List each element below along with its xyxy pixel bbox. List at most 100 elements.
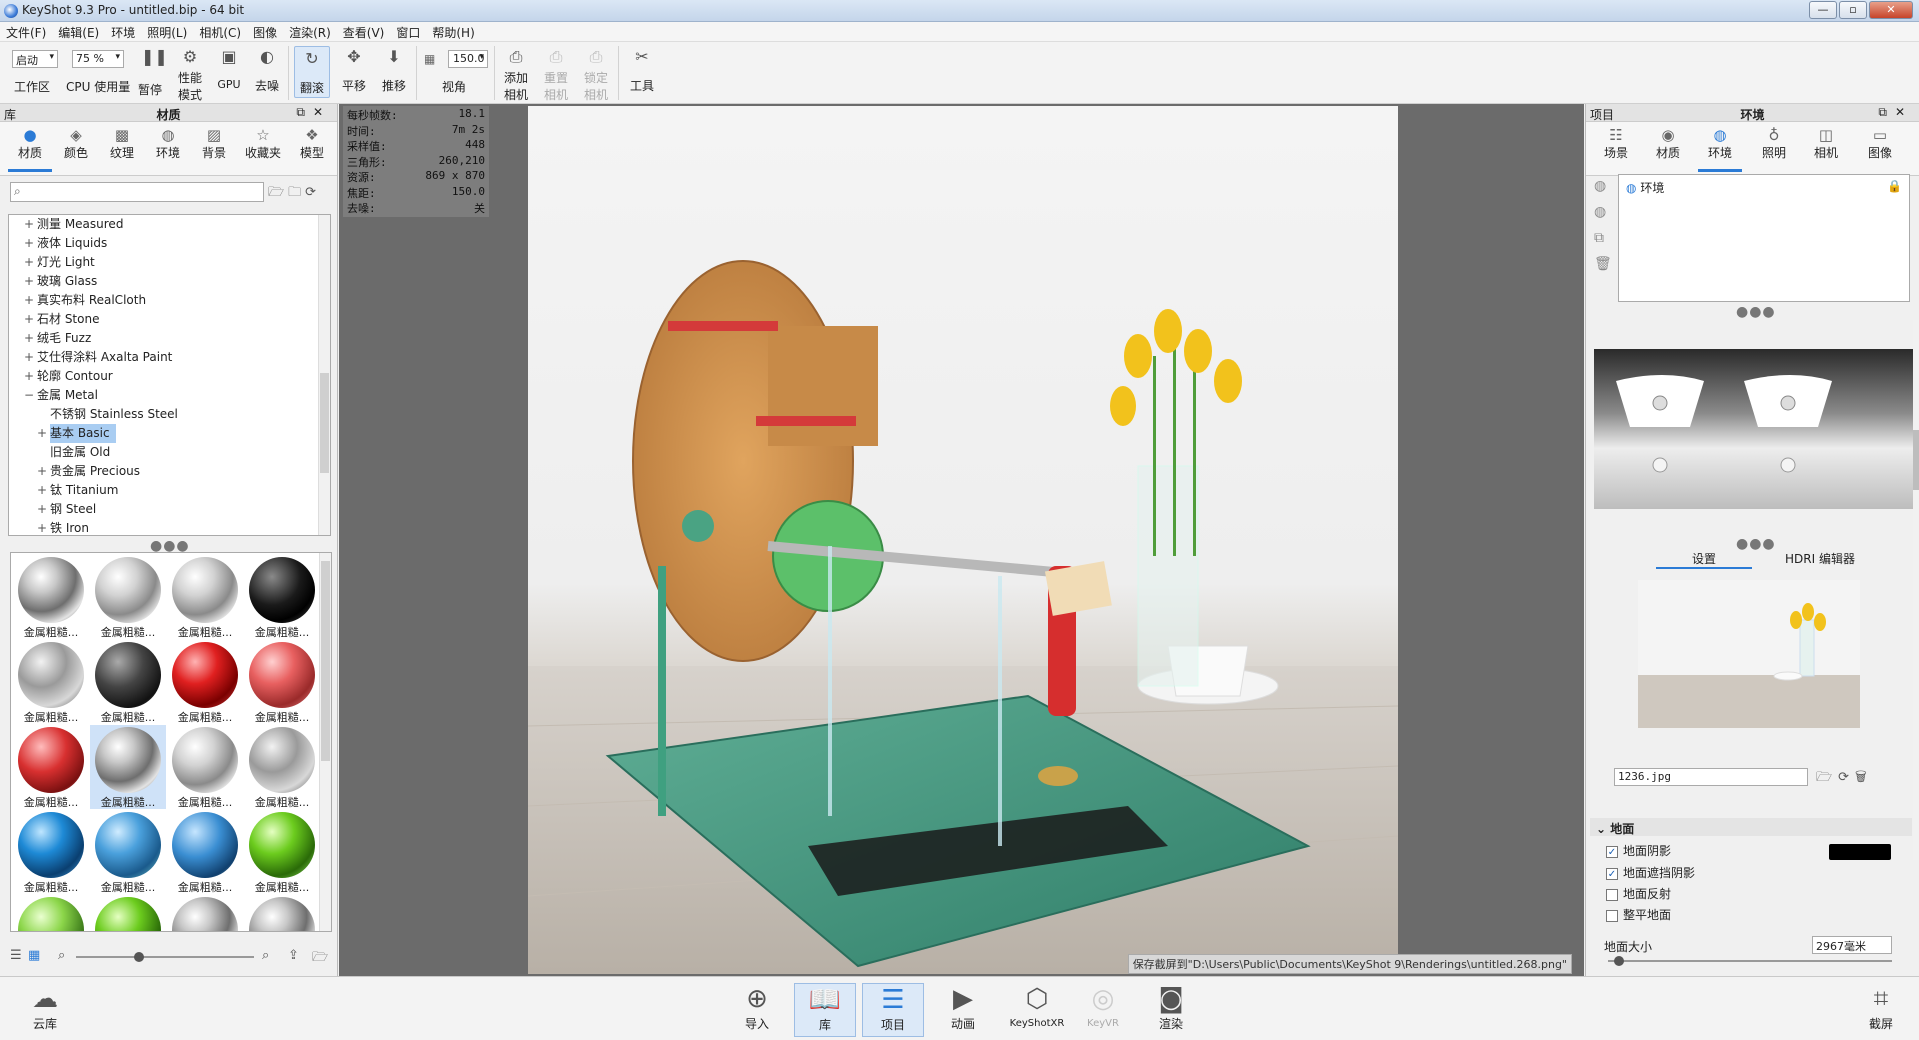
lock-camera-button[interactable]: ⎙ 锁定 相机 [580, 48, 612, 103]
material-thumbnail[interactable]: 金属粗糙... [244, 640, 320, 724]
material-thumbnail[interactable]: 金属粗糙... [13, 725, 89, 809]
tree-item[interactable]: + 石材 Stone [9, 310, 330, 329]
render-image[interactable] [528, 106, 1398, 974]
panel-float-close-icons[interactable]: ⧉✕ [1878, 105, 1913, 120]
pan-button[interactable]: ✥ 平移 [338, 48, 370, 94]
material-thumbnail[interactable]: 金属粗糙... [90, 555, 166, 639]
expand-icon[interactable]: + [23, 367, 35, 386]
menu-lighting[interactable]: 照明(L) [141, 22, 193, 41]
tab-project-material[interactable]: ◉ 材质 [1646, 126, 1690, 161]
animation-button[interactable]: ▶ 动画 [932, 983, 994, 1032]
expand-icon[interactable]: + [36, 519, 48, 535]
tree-item[interactable]: + 贵金属 Precious [9, 462, 330, 481]
tab-project-environment[interactable]: ◍ 环境 [1698, 126, 1742, 172]
material-thumbnail[interactable]: 金属粗糙... [244, 895, 320, 931]
environment-list-item[interactable]: ◍ 环境 🔒 [1622, 178, 1906, 197]
menu-camera[interactable]: 相机(C) [193, 22, 247, 41]
gpu-button[interactable]: ▣ GPU [214, 48, 244, 92]
tab-environments[interactable]: ◍ 环境 [146, 126, 190, 161]
tree-item[interactable]: + 基本 Basic [9, 424, 330, 443]
expand-icon[interactable]: + [36, 424, 48, 443]
tree-scrollbar[interactable] [318, 215, 330, 535]
project-scrollbar[interactable] [1913, 320, 1919, 860]
expand-icon[interactable]: + [23, 272, 35, 291]
expand-icon[interactable]: + [23, 291, 35, 310]
screenshot-button[interactable]: ⌗ 截屏 [1850, 983, 1912, 1032]
expand-icon[interactable]: + [23, 310, 35, 329]
material-thumbnail[interactable]: 金属粗糙... [167, 895, 243, 931]
folder-actions-icons[interactable]: 🗁🗀⟳ [268, 183, 320, 205]
denoise-button[interactable]: ◐ 去噪 [252, 48, 282, 94]
tree-item[interactable]: + 钛 Titanium [9, 481, 330, 500]
project-scrollbar-thumb[interactable] [1913, 430, 1919, 490]
library-button[interactable]: 📖 库 [794, 983, 856, 1037]
flatten-ground-checkbox[interactable]: 整平地面 [1606, 906, 1671, 924]
tree-scrollbar-thumb[interactable] [320, 373, 329, 473]
tree-item[interactable]: 不锈钢 Stainless Steel [9, 405, 330, 424]
copy-environment-icon[interactable]: ⧉ [1594, 230, 1604, 246]
material-thumbnail[interactable]: 金属粗糙... [167, 640, 243, 724]
add-environment-icon[interactable]: ◍ [1594, 178, 1606, 194]
expand-icon[interactable]: + [36, 500, 48, 519]
field-of-view-input[interactable]: 150.0 [448, 50, 488, 68]
ground-size-input[interactable]: 2967毫米 [1812, 936, 1892, 954]
tree-item[interactable]: + 铁 Iron [9, 519, 330, 535]
delete-icon[interactable]: 🗑 [1594, 256, 1612, 272]
menu-edit[interactable]: 编辑(E) [52, 22, 105, 41]
menu-view[interactable]: 查看(V) [337, 22, 391, 41]
close-button[interactable]: ✕ [1869, 1, 1913, 19]
tree-item[interactable]: + 液体 Liquids [9, 234, 330, 253]
expand-icon[interactable]: + [23, 215, 35, 234]
hdri-map-preview[interactable] [1594, 349, 1916, 509]
tab-hdri-editor[interactable]: HDRI 编辑器 [1760, 550, 1880, 567]
expand-icon[interactable]: + [23, 253, 35, 272]
menu-environment[interactable]: 环境 [105, 22, 141, 41]
grid-view-icon[interactable]: ▦ [28, 948, 40, 963]
ground-size-slider[interactable] [1608, 960, 1892, 962]
performance-mode-button[interactable]: ⚙ 性能 模式 [174, 48, 206, 103]
material-thumbnail[interactable]: 金属粗糙... [13, 895, 89, 931]
keyshotxr-button[interactable]: ⬡ KeyShotXR [1002, 983, 1072, 1029]
tab-settings[interactable]: 设置 [1656, 550, 1752, 569]
file-actions-icons[interactable]: 🗁⟳🗑 [1816, 768, 1873, 790]
tab-backplates[interactable]: ▨ 背景 [192, 126, 236, 161]
keyvr-button[interactable]: ◎ KeyVR [1072, 983, 1134, 1029]
tab-materials[interactable]: ● 材质 [8, 126, 52, 172]
material-thumbnail[interactable]: 金属粗糙... [90, 640, 166, 724]
zoom-in-icon[interactable]: ⌕ [262, 948, 269, 963]
hdri-file-input[interactable]: 1236.jpg [1614, 768, 1808, 786]
zoom-out-icon[interactable]: ⌕ [58, 948, 65, 963]
expand-icon[interactable]: + [36, 462, 48, 481]
tree-item[interactable]: − 金属 Metal [9, 386, 330, 405]
ground-reflection-checkbox[interactable]: 地面反射 [1606, 885, 1671, 903]
material-thumbnail[interactable]: 金属粗糙... [90, 895, 166, 931]
tab-image[interactable]: ▭ 图像 [1858, 126, 1902, 161]
cpu-usage-select[interactable]: 75 % [72, 50, 124, 68]
render-viewport[interactable]: 每秒帧数: 18.1 时间: 7m 2s 采样值: 448 三角形: 260,210 资源: 86… [339, 104, 1584, 976]
tumble-button[interactable]: ↻ 翻滚 [294, 46, 330, 98]
tree-item[interactable]: + 测量 Measured [9, 215, 330, 234]
ground-shadow-checkbox[interactable]: ✓ 地面阴影 [1606, 842, 1671, 860]
tree-item[interactable]: + 玻璃 Glass [9, 272, 330, 291]
material-thumbnail[interactable]: 金属粗糙... [167, 810, 243, 894]
reset-camera-button[interactable]: ⎙ 重置 相机 [540, 48, 572, 103]
tab-scene[interactable]: ☷ 场景 [1594, 126, 1638, 161]
tab-models[interactable]: ❖ 模型 [290, 126, 334, 161]
cloud-library-button[interactable]: ☁ 云库 [14, 983, 76, 1032]
menu-file[interactable]: 文件(F) [0, 22, 52, 41]
tree-item[interactable]: + 灯光 Light [9, 253, 330, 272]
tree-item[interactable]: + 艾仕得涂料 Axalta Paint [9, 348, 330, 367]
expand-icon[interactable]: + [36, 481, 48, 500]
maximize-button[interactable]: ▫ [1839, 1, 1867, 19]
collapse-icon[interactable]: − [23, 386, 35, 405]
material-thumbnail[interactable]: 金属粗糙... [244, 725, 320, 809]
tab-colors[interactable]: ◈ 颜色 [54, 126, 98, 161]
material-thumbnail[interactable]: 金属粗糙... [90, 810, 166, 894]
upload-icon[interactable]: ⇪ [288, 948, 299, 963]
add-camera-button[interactable]: ⎙ 添加 相机 [500, 48, 532, 103]
tree-item[interactable]: 旧金属 Old [9, 443, 330, 462]
folder-icon[interactable]: 🗁 [312, 948, 328, 970]
tree-item[interactable]: + 钢 Steel [9, 500, 330, 519]
tab-textures[interactable]: ▩ 纹理 [100, 126, 144, 161]
material-thumbnail[interactable]: 金属粗糙... [167, 725, 243, 809]
